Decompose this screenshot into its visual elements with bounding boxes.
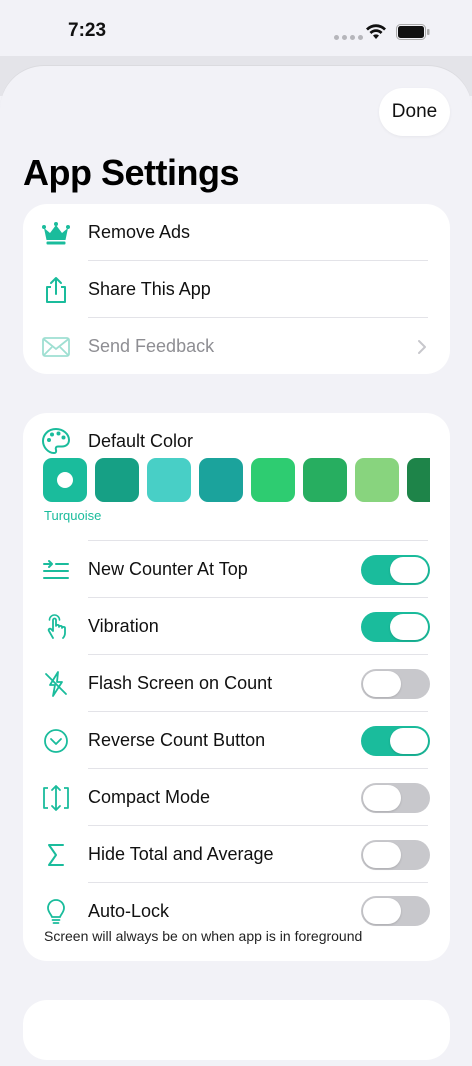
auto-lock-footnote: Screen will always be on when app is in … — [44, 928, 363, 944]
hand-tap-icon — [41, 612, 71, 642]
flash-screen-toggle[interactable] — [361, 668, 430, 699]
flash-off-icon — [41, 669, 71, 699]
battery-icon — [396, 24, 430, 40]
color-swatch[interactable] — [147, 458, 191, 502]
auto-lock-toggle[interactable] — [361, 896, 430, 926]
hide-total-toggle[interactable] — [361, 839, 430, 870]
send-feedback-label: Send Feedback — [88, 336, 215, 356]
reverse-count-label: Reverse Count Button — [88, 730, 266, 750]
done-button[interactable]: Done — [379, 88, 450, 136]
status-time: 7:23 — [68, 20, 107, 41]
lightbulb-icon — [41, 897, 71, 927]
remove-ads-label: Remove Ads — [88, 222, 191, 242]
compact-mode-row: Compact Mode — [23, 769, 450, 826]
page-title: App Settings — [23, 152, 240, 193]
remove-ads-row[interactable]: Remove Ads — [23, 204, 450, 261]
hide-total-label: Hide Total and Average — [88, 844, 274, 864]
sigma-icon — [41, 840, 71, 870]
wifi-icon — [366, 24, 386, 39]
color-swatch[interactable] — [95, 458, 139, 502]
flash-screen-row: Flash Screen on Count — [23, 655, 450, 712]
hide-total-row: Hide Total and Average — [23, 826, 450, 883]
color-swatch[interactable] — [407, 458, 430, 502]
new-counter-top-toggle[interactable] — [361, 554, 430, 585]
preferences-section: Default Color Turquoise New Counter At T… — [23, 413, 450, 961]
new-counter-top-label: New Counter At Top — [88, 559, 248, 579]
chevron-right-icon — [418, 339, 426, 354]
list-insert-icon — [41, 555, 71, 585]
vibration-label: Vibration — [88, 616, 159, 636]
color-swatch[interactable] — [199, 458, 243, 502]
flash-screen-label: Flash Screen on Count — [88, 673, 273, 693]
selected-indicator — [57, 472, 73, 488]
reverse-count-row: Reverse Count Button — [23, 712, 450, 769]
send-feedback-row[interactable]: Send Feedback — [23, 318, 450, 374]
vibration-toggle[interactable] — [361, 611, 430, 642]
next-section — [23, 1000, 450, 1060]
chevron-circle-down-icon — [41, 726, 71, 756]
share-app-label: Share This App — [88, 279, 211, 299]
color-swatch[interactable] — [303, 458, 347, 502]
default-color-label: Default Color — [88, 430, 194, 451]
reverse-count-toggle[interactable] — [361, 725, 430, 756]
signal-dots-icon — [334, 35, 363, 40]
compact-mode-toggle[interactable] — [361, 782, 430, 813]
envelope-icon — [41, 332, 71, 362]
palette-icon — [41, 426, 71, 456]
share-icon — [41, 275, 71, 305]
selected-color-name: Turquoise — [44, 508, 102, 523]
general-section: Remove Ads Share This App Send Feedback — [23, 204, 450, 374]
share-app-row[interactable]: Share This App — [23, 261, 450, 318]
crown-icon — [41, 218, 71, 248]
color-swatch-picker[interactable] — [43, 458, 430, 503]
auto-lock-label: Auto-Lock — [88, 901, 170, 921]
new-counter-top-row: New Counter At Top — [23, 541, 450, 598]
compress-icon — [41, 783, 71, 813]
vibration-row: Vibration — [23, 598, 450, 655]
color-swatch[interactable] — [251, 458, 295, 502]
compact-mode-label: Compact Mode — [88, 787, 211, 807]
color-swatch[interactable] — [43, 458, 87, 502]
color-swatch[interactable] — [355, 458, 399, 502]
